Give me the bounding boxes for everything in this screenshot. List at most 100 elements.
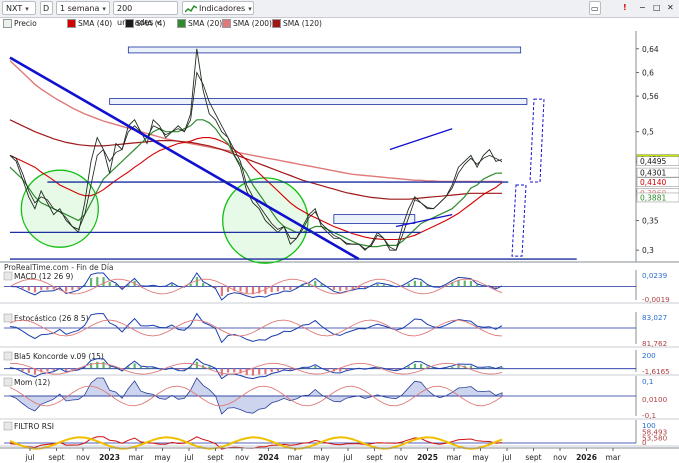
histogram-bar <box>314 365 317 369</box>
histogram-bar <box>133 363 136 369</box>
histogram-bar <box>108 366 111 369</box>
histogram-bar <box>413 363 417 369</box>
indicator-value: 0 <box>642 438 647 447</box>
x-tick-label: sept <box>366 453 382 462</box>
histogram-bar <box>52 368 55 371</box>
histogram-bar <box>251 368 255 376</box>
histogram-bar <box>463 280 466 287</box>
indicator-title: Bla5 Koncorde v.09 (15) <box>14 352 104 361</box>
histogram-bar <box>77 286 80 290</box>
indicator-value: -0,0019 <box>642 295 670 304</box>
resistance-zone <box>127 46 522 54</box>
indicator-pane: FILTRO RSI 10058,49353,5800 <box>0 420 679 450</box>
indicator-pane: Estocástico (26 8 5) 83,027 81,762 <box>0 312 679 348</box>
indicator-swatch <box>3 271 13 281</box>
histogram-bar <box>395 368 398 371</box>
x-tick-label: sept <box>525 453 541 462</box>
indicator-title: Estocástico (26 8 5) <box>14 314 89 323</box>
histogram-bar <box>21 368 24 371</box>
histogram-bar <box>339 286 342 292</box>
histogram-bar <box>457 365 460 369</box>
x-tick-label: mar <box>606 453 622 462</box>
x-tick-label: nov <box>553 453 567 462</box>
x-tick-label: jul <box>184 453 194 462</box>
histogram-bar <box>58 286 62 288</box>
histogram-bar <box>501 367 504 369</box>
histogram-bar <box>476 284 479 287</box>
x-axis: jul sept nov 2023 mar may jul sept nov 2024 mar may… <box>0 447 679 462</box>
histogram-bar <box>314 280 317 287</box>
histogram-bar <box>65 286 68 292</box>
price-tag-label: 0,4495 <box>640 157 666 166</box>
histogram-bar <box>21 286 24 289</box>
histogram-bar <box>289 368 292 371</box>
histogram-bar <box>33 286 37 293</box>
y-tick-label: 0,3 <box>642 246 654 255</box>
x-tick-label: nov <box>235 453 249 462</box>
histogram-bar <box>332 286 336 290</box>
resistance-zone <box>109 98 528 105</box>
histogram-bar <box>494 286 497 289</box>
histogram-bar <box>420 281 423 287</box>
histogram-bar <box>420 363 423 369</box>
histogram-bar <box>345 286 348 290</box>
histogram-bar <box>270 286 273 293</box>
histogram-bar <box>96 361 99 369</box>
source-label: ProRealTime.com - Fin de Día <box>4 263 114 272</box>
histogram-bar <box>258 368 261 375</box>
indicator-pane: MACD (12 26 9) 0,0239 -0,0019 <box>0 270 679 304</box>
indicator-value: 200 <box>642 351 656 360</box>
chart-canvas[interactable]: 0,640,60,560,50,450,40,350,30,4530,44950… <box>0 0 679 463</box>
histogram-bar <box>407 283 410 287</box>
x-tick-label: mar <box>288 453 304 462</box>
x-tick-label: 2026 <box>576 453 597 462</box>
histogram-bar <box>189 283 192 287</box>
x-tick-label: may <box>472 453 489 462</box>
y-tick-label: 0,35 <box>642 217 659 226</box>
y-tick-label: 0,64 <box>642 45 659 54</box>
histogram-bar <box>89 278 93 287</box>
histogram-bar <box>283 368 286 370</box>
x-tick-label: jul <box>343 453 353 462</box>
histogram-bar <box>276 368 279 372</box>
indicator-value: 0,0239 <box>642 271 668 280</box>
y-tick-label: 0,56 <box>642 92 659 101</box>
histogram-bar <box>345 368 348 371</box>
histogram-bar <box>289 286 292 290</box>
histogram-bar <box>276 286 279 292</box>
y-tick-label: 0,5 <box>642 128 654 137</box>
price-tag-label: 0,3881 <box>640 193 666 202</box>
histogram-bar <box>102 361 105 369</box>
x-tick-label: jul <box>502 453 512 462</box>
indicator-title: Mom (12) <box>14 378 50 387</box>
histogram-bar <box>382 284 385 287</box>
histogram-bar <box>65 368 68 371</box>
histogram-bar <box>326 368 329 371</box>
histogram-bar <box>96 277 99 287</box>
x-tick-label: sept <box>207 453 223 462</box>
histogram-bar <box>488 367 491 369</box>
indicator-value: 0,0100 <box>642 395 668 404</box>
histogram-bar <box>40 286 43 290</box>
histogram-bar <box>226 368 230 373</box>
histogram-bar <box>451 366 454 369</box>
histogram-bar <box>457 280 460 287</box>
indicator-value: 0,1 <box>642 377 653 386</box>
histogram-bar <box>307 367 311 369</box>
histogram-bar <box>27 368 30 373</box>
x-tick-label: sept <box>48 453 64 462</box>
indicator-pane: Bla5 Koncorde v.09 (15) 200 -1,6165 <box>0 350 679 380</box>
histogram-bar <box>208 366 211 369</box>
x-tick-label: 2023 <box>99 453 120 462</box>
histogram-bar <box>482 367 485 369</box>
histogram-bar <box>27 286 30 291</box>
histogram-bar <box>413 280 417 287</box>
indicator-swatch <box>3 377 13 387</box>
histogram-bar <box>476 367 479 369</box>
price-pane[interactable]: 0,640,60,560,50,450,40,350,30,4530,44950… <box>0 31 679 264</box>
histogram-bar <box>407 366 410 369</box>
histogram-bar <box>108 282 111 287</box>
indicator-swatch <box>3 313 13 323</box>
histogram-bar <box>239 286 242 292</box>
indicator-title: FILTRO RSI <box>14 422 54 431</box>
